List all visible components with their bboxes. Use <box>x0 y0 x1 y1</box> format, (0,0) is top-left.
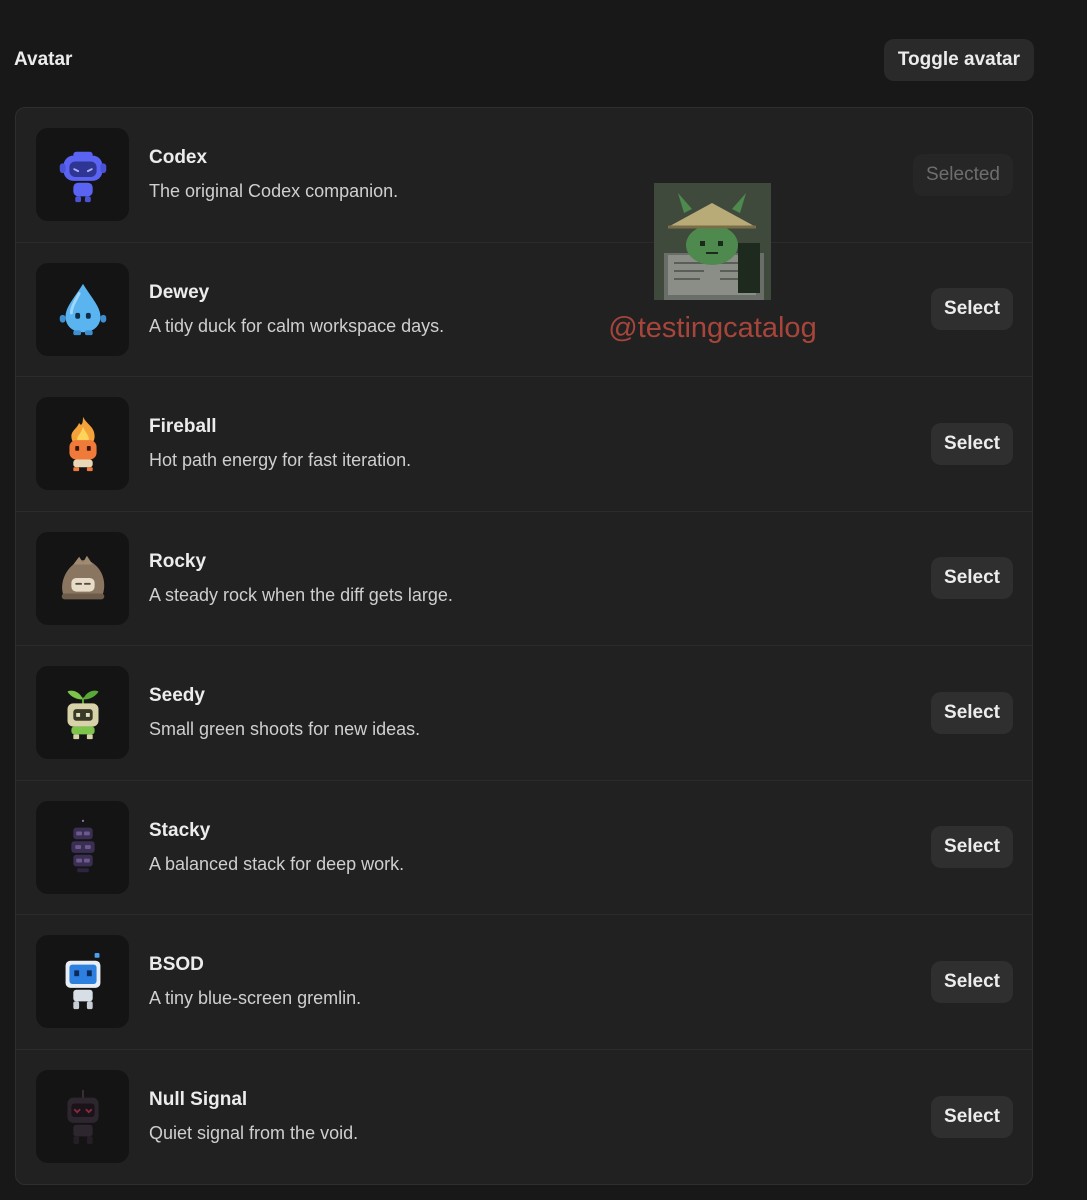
select-button[interactable]: Select <box>931 557 1013 600</box>
avatar-name: Stacky <box>149 819 211 841</box>
section-title: Avatar <box>14 49 73 70</box>
avatar-description: Quiet signal from the void. <box>149 1123 359 1144</box>
avatar-tile <box>36 397 129 491</box>
avatar-settings-page: Avatar Toggle avatar Codex The original … <box>0 0 1087 1200</box>
avatar-description: A steady rock when the diff gets large. <box>149 584 453 605</box>
avatar-row-dewey: Dewey A tidy duck for calm workspace day… <box>16 243 1032 377</box>
seedling-icon <box>67 690 98 739</box>
select-button[interactable]: Select <box>931 960 1013 1003</box>
avatar-description: A tiny blue-screen gremlin. <box>149 988 362 1009</box>
rock-icon <box>61 555 104 600</box>
select-button[interactable]: Select <box>931 691 1013 734</box>
section-header: Avatar Toggle avatar <box>14 38 1034 82</box>
avatar-row-rocky: Rocky A steady rock when the diff gets l… <box>16 512 1032 646</box>
avatar-row-stacky: Stacky A balanced stack for deep work. S… <box>16 781 1032 915</box>
avatar-tile <box>36 128 129 222</box>
toggle-avatar-button[interactable]: Toggle avatar <box>883 39 1034 81</box>
avatar-description: A balanced stack for deep work. <box>149 853 405 874</box>
select-button[interactable]: Select <box>931 1095 1013 1138</box>
avatar-row-bsod: BSOD A tiny blue-screen gremlin. Select <box>16 915 1032 1050</box>
avatar-name: BSOD <box>149 954 204 976</box>
watermark: @testingcatalog <box>600 183 825 345</box>
avatar-tile <box>36 531 129 625</box>
avatar-name: Null Signal <box>149 1089 248 1111</box>
selected-button[interactable]: Selected <box>913 153 1013 196</box>
goblin-reading-icon <box>654 183 771 300</box>
avatar-name: Fireball <box>149 416 217 438</box>
avatar-description: Small green shoots for new ideas. <box>149 719 421 740</box>
watermark-text: @testingcatalog <box>608 312 817 344</box>
fireball-icon <box>68 416 97 471</box>
select-button[interactable]: Select <box>931 826 1013 869</box>
avatar-list: Codex The original Codex companion. Sele… <box>15 107 1033 1185</box>
avatar-row-null-signal: Null Signal Quiet signal from the void. … <box>16 1050 1032 1185</box>
avatar-name: Rocky <box>149 550 207 572</box>
avatar-row-seedy: Seedy Small green shoots for new ideas. … <box>16 646 1032 781</box>
select-button[interactable]: Select <box>931 288 1013 331</box>
avatar-tile <box>36 935 129 1029</box>
codex-robot-icon <box>59 151 106 202</box>
avatar-description: Hot path energy for fast iteration. <box>149 450 412 471</box>
avatar-row-codex: Codex The original Codex companion. Sele… <box>16 108 1032 243</box>
avatar-tile <box>36 262 129 356</box>
avatar-tile <box>36 800 129 894</box>
stack-icon <box>70 820 95 873</box>
avatar-name: Seedy <box>149 685 205 707</box>
avatar-row-fireball: Fireball Hot path energy for fast iterat… <box>16 377 1032 512</box>
avatar-name: Codex <box>149 147 208 169</box>
select-button[interactable]: Select <box>931 422 1013 465</box>
null-signal-robot-icon <box>67 1089 98 1144</box>
avatar-tile <box>36 666 129 760</box>
water-drop-icon <box>59 284 106 336</box>
avatar-tile <box>36 1070 129 1164</box>
monitor-robot-icon <box>65 952 100 1009</box>
